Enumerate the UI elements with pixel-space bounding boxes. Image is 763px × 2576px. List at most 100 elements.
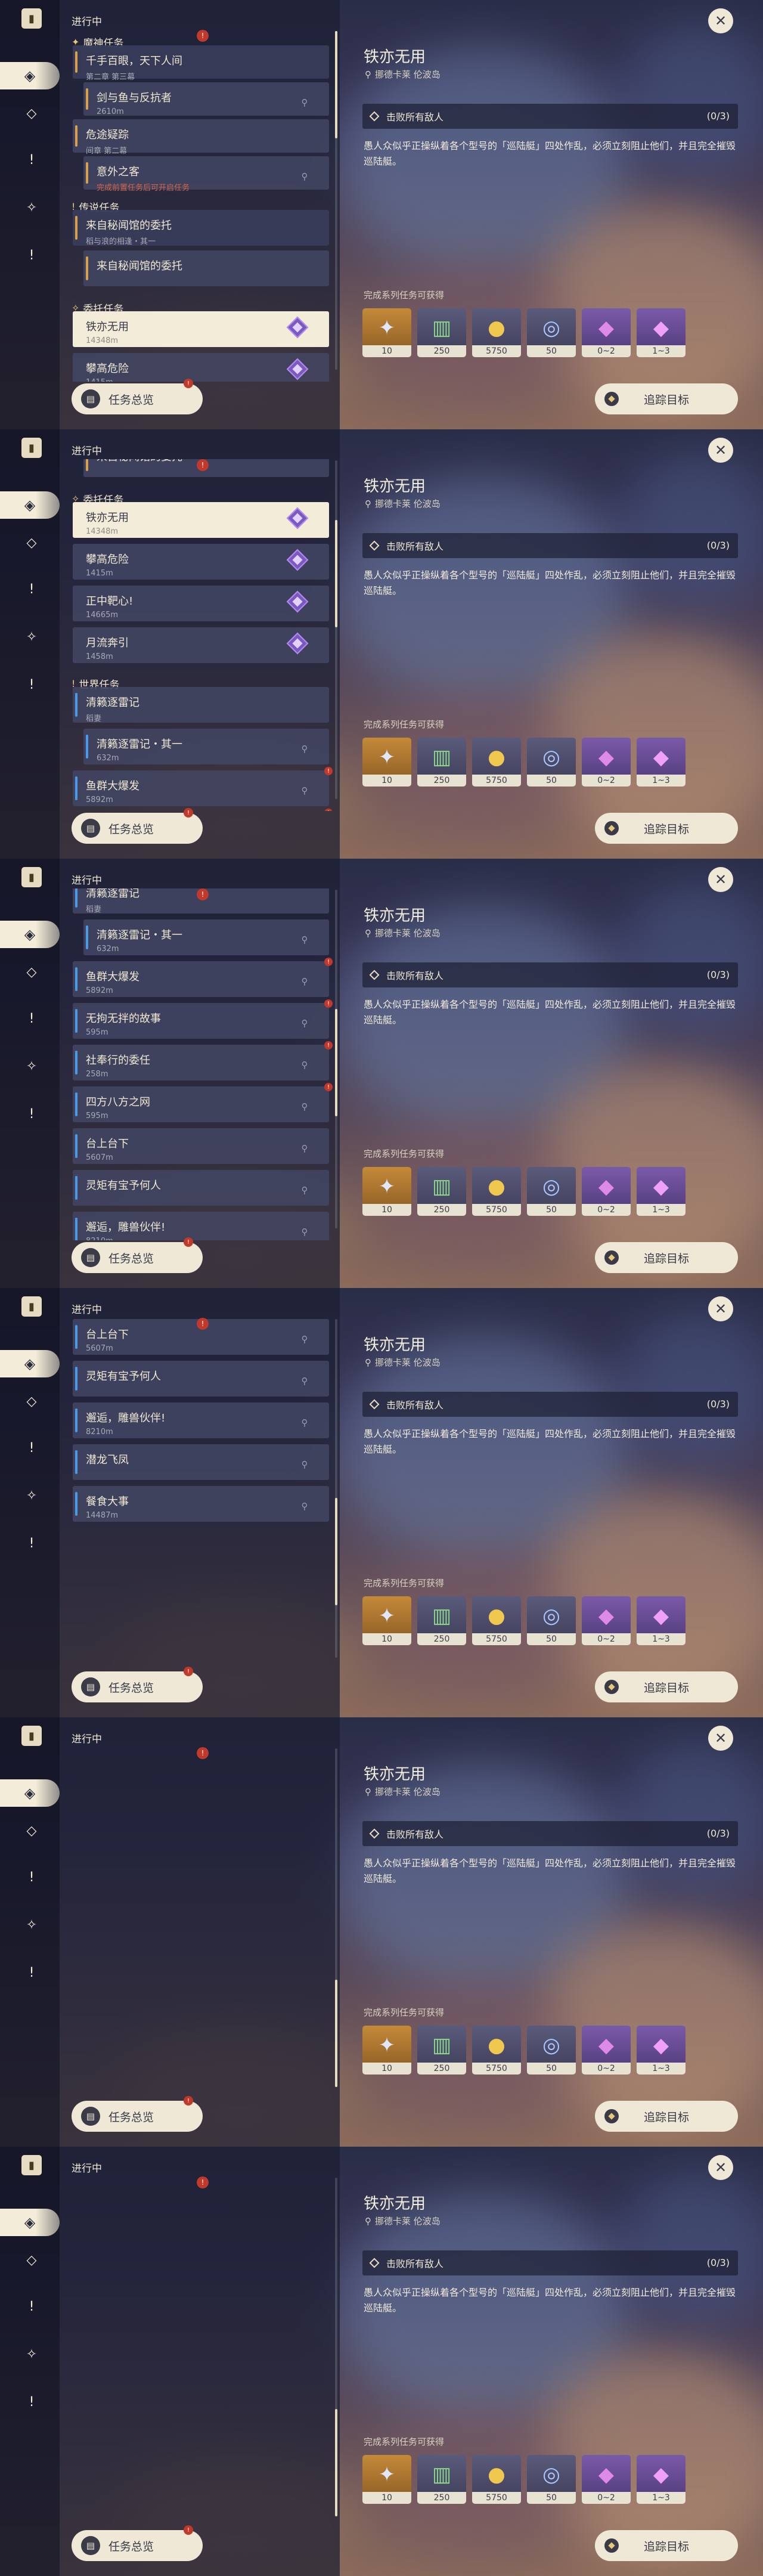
book-icon[interactable]: ▮ bbox=[21, 438, 42, 458]
reward-item[interactable]: ● 5750 bbox=[472, 2026, 521, 2075]
reward-item[interactable]: ✦ 10 bbox=[362, 2026, 411, 2075]
quest-list[interactable]: ✦魔神任务千手百眼，天下人间第二章 第三幕剑与鱼与反抗者2610m⚲危途疑踪间章… bbox=[60, 459, 340, 811]
world-quest-item[interactable]: 灵矩有宝予何人 ⚲ bbox=[73, 1170, 329, 1206]
quest-list[interactable]: ✦魔神任务千手百眼，天下人间第二章 第三幕剑与鱼与反抗者2610m⚲危途疑踪间章… bbox=[60, 1747, 340, 2099]
reward-item[interactable]: ◎ 50 bbox=[527, 1596, 576, 1645]
legend-quest-subitem[interactable]: 来自秘闻馆的委托 bbox=[83, 250, 329, 286]
location-pin-icon[interactable]: ⚲ bbox=[298, 784, 311, 797]
close-icon[interactable]: ✕ bbox=[708, 2155, 733, 2180]
close-icon[interactable]: ✕ bbox=[708, 867, 733, 892]
quest-overview-button[interactable]: ▤ 任务总览 ! bbox=[72, 2525, 203, 2561]
world-quest-item[interactable]: 清籁逐雷记・其一 632m ⚲ bbox=[83, 919, 329, 955]
quest-list-scrollbar[interactable] bbox=[335, 460, 337, 799]
reward-item[interactable]: ◆ 0~2 bbox=[582, 308, 631, 357]
quest-list[interactable]: ✦魔神任务千手百眼，天下人间第二章 第三幕剑与鱼与反抗者2610m⚲危途疑踪间章… bbox=[60, 30, 340, 382]
compass-icon[interactable]: ◇ bbox=[21, 961, 42, 983]
scrollbar-thumb[interactable] bbox=[335, 520, 337, 627]
exclamation-icon[interactable]: ! bbox=[21, 578, 42, 600]
archon-quest-subitem[interactable]: 剑与鱼与反抗者 2610m ⚲ bbox=[83, 82, 329, 116]
world-icon[interactable]: ✧ bbox=[21, 2343, 42, 2365]
quest-list-scrollbar[interactable] bbox=[335, 890, 337, 1228]
compass-icon[interactable]: ◇ bbox=[21, 1820, 42, 1841]
quest-list[interactable]: ✦魔神任务千手百眼，天下人间第二章 第三幕剑与鱼与反抗者2610m⚲危途疑踪间章… bbox=[60, 888, 340, 1240]
reward-item[interactable]: ✦ 10 bbox=[362, 738, 411, 787]
quest-list-scrollbar[interactable] bbox=[335, 2178, 337, 2516]
reward-item[interactable]: ◆ 1~3 bbox=[637, 308, 686, 357]
reward-item[interactable]: ● 5750 bbox=[472, 1167, 521, 1216]
scrollbar-thumb[interactable] bbox=[335, 2409, 337, 2516]
reward-item[interactable]: ◆ 1~3 bbox=[637, 1167, 686, 1216]
alert-icon[interactable]: ! bbox=[21, 1962, 42, 1983]
reward-item[interactable]: ✦ 10 bbox=[362, 1167, 411, 1216]
world-icon[interactable]: ✧ bbox=[21, 1485, 42, 1506]
quest-list-scrollbar[interactable] bbox=[335, 31, 337, 370]
track-target-button[interactable]: 追踪目标 bbox=[595, 2101, 738, 2132]
track-target-button[interactable]: 追踪目标 bbox=[595, 2530, 738, 2561]
reward-item[interactable]: ▥ 250 bbox=[417, 2455, 466, 2504]
track-target-button[interactable]: 追踪目标 bbox=[595, 383, 738, 414]
world-quest-item[interactable]: 社奉行的委任 258m ⚲! bbox=[73, 1041, 333, 1080]
quest-overview-button[interactable]: ▤ 任务总览 ! bbox=[72, 379, 203, 414]
scrollbar-thumb[interactable] bbox=[335, 1009, 337, 1116]
reward-item[interactable]: ◆ 0~2 bbox=[582, 2455, 631, 2504]
alert-icon[interactable]: ! bbox=[21, 2391, 42, 2413]
world-icon[interactable]: ✧ bbox=[21, 1055, 42, 1077]
location-pin-icon[interactable]: ⚲ bbox=[298, 1142, 311, 1155]
close-icon[interactable]: ✕ bbox=[708, 1296, 733, 1321]
book-icon[interactable]: ▮ bbox=[21, 1726, 42, 1746]
archon-quest-subitem[interactable]: 意外之客 完成前置任务后可开启任务 ⚲ bbox=[83, 156, 329, 193]
quest-diamond-icon[interactable]: ◈ bbox=[0, 491, 60, 519]
scrollbar-thumb[interactable] bbox=[335, 1980, 337, 2087]
location-pin-icon[interactable]: ⚲ bbox=[298, 742, 311, 756]
reward-item[interactable]: ● 5750 bbox=[472, 738, 521, 787]
close-icon[interactable]: ✕ bbox=[708, 8, 733, 33]
world-quest-item[interactable]: 邂逅，雕兽伙伴! 8210m ⚲ bbox=[73, 1402, 329, 1438]
quest-diamond-icon[interactable]: ◈ bbox=[0, 62, 60, 89]
reward-item[interactable]: ◆ 0~2 bbox=[582, 1167, 631, 1216]
world-icon[interactable]: ✧ bbox=[21, 197, 42, 218]
reward-item[interactable]: ◆ 0~2 bbox=[582, 2026, 631, 2075]
location-pin-icon[interactable]: ⚲ bbox=[298, 1416, 311, 1429]
quest-list[interactable]: ✦魔神任务千手百眼，天下人间第二章 第三幕剑与鱼与反抗者2610m⚲危途疑踪间章… bbox=[60, 1318, 340, 1670]
reward-item[interactable]: ▥ 250 bbox=[417, 1596, 466, 1645]
commission-quest-item[interactable]: 月流奔引 1458m bbox=[73, 627, 329, 663]
quest-diamond-icon[interactable]: ◈ bbox=[0, 1779, 60, 1807]
compass-icon[interactable]: ◇ bbox=[21, 1391, 42, 1412]
exclamation-icon[interactable]: ! bbox=[21, 149, 42, 171]
exclamation-icon[interactable]: ! bbox=[21, 1008, 42, 1029]
alert-icon[interactable]: ! bbox=[21, 244, 42, 266]
track-target-button[interactable]: 追踪目标 bbox=[595, 813, 738, 844]
world-quest-item[interactable]: 鱼群大爆发 5892m ⚲! bbox=[73, 767, 333, 806]
compass-icon[interactable]: ◇ bbox=[21, 532, 42, 553]
location-pin-icon[interactable]: ⚲ bbox=[298, 170, 311, 183]
reward-item[interactable]: ▥ 250 bbox=[417, 2026, 466, 2075]
reward-item[interactable]: ◆ 1~3 bbox=[637, 1596, 686, 1645]
world-quest-item[interactable]: 无拘无拌的故事 595m ⚲! bbox=[73, 999, 333, 1039]
reward-item[interactable]: ● 5750 bbox=[472, 308, 521, 357]
compass-icon[interactable]: ◇ bbox=[21, 103, 42, 124]
world-quest-item[interactable]: 台上台下 5607m ⚲ bbox=[73, 1128, 329, 1164]
world-quest-item[interactable]: 清籁逐雷记・其一 632m ⚲ bbox=[83, 729, 329, 764]
compass-icon[interactable]: ◇ bbox=[21, 2249, 42, 2271]
location-pin-icon[interactable]: ⚲ bbox=[298, 1500, 311, 1513]
world-quest-item[interactable]: 灵矩有宝予何人 ⚲ bbox=[73, 1361, 329, 1397]
exclamation-icon[interactable]: ! bbox=[21, 1866, 42, 1888]
scrollbar-thumb[interactable] bbox=[335, 31, 337, 138]
commission-quest-item[interactable]: 攀高危险 1415m bbox=[73, 544, 329, 580]
location-pin-icon[interactable]: ⚲ bbox=[298, 1100, 311, 1113]
reward-item[interactable]: ◆ 1~3 bbox=[637, 2026, 686, 2075]
track-target-button[interactable]: 追踪目标 bbox=[595, 1242, 738, 1273]
world-quest-item[interactable]: 餐食大事 14487m ⚲ bbox=[73, 1486, 329, 1522]
commission-quest-item[interactable]: 攀高危险 1415m bbox=[73, 353, 329, 382]
close-icon[interactable]: ✕ bbox=[708, 438, 733, 463]
world-icon[interactable]: ✧ bbox=[21, 626, 42, 648]
quest-overview-button[interactable]: ▤ 任务总览 ! bbox=[72, 1237, 203, 1273]
quest-diamond-icon[interactable]: ◈ bbox=[0, 1350, 60, 1377]
reward-item[interactable]: ◆ 0~2 bbox=[582, 738, 631, 787]
quest-list-scrollbar[interactable] bbox=[335, 1748, 337, 2087]
alert-icon[interactable]: ! bbox=[21, 1103, 42, 1125]
reward-item[interactable]: ● 5750 bbox=[472, 1596, 521, 1645]
alert-icon[interactable]: ! bbox=[21, 1532, 42, 1554]
location-pin-icon[interactable]: ⚲ bbox=[298, 1184, 311, 1197]
reward-item[interactable]: ✦ 10 bbox=[362, 1596, 411, 1645]
